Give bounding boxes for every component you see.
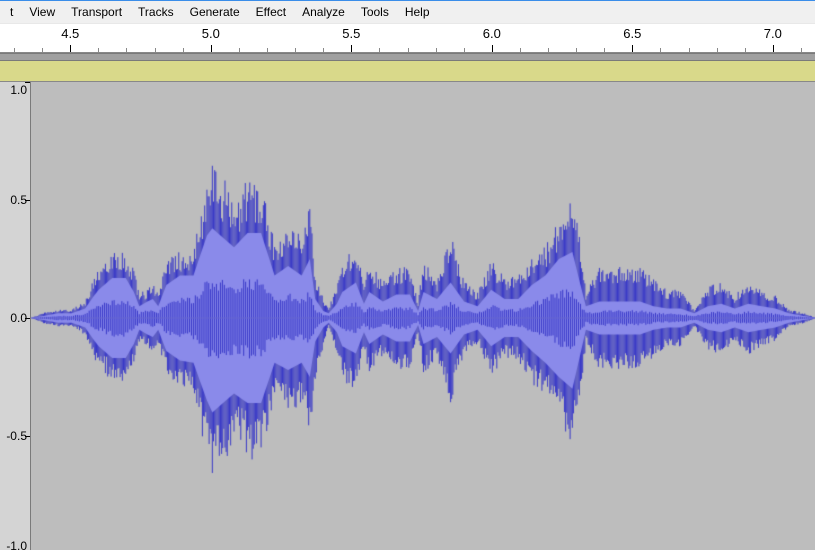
menu-item-analyze[interactable]: Analyze — [294, 3, 353, 21]
ruler-tick — [70, 45, 71, 52]
track-separator — [0, 53, 815, 61]
menu-item-generate[interactable]: Generate — [182, 3, 248, 21]
menu-item-effect[interactable]: Effect — [248, 3, 294, 21]
amp-label: 1.0 — [10, 83, 27, 97]
menu-item-view[interactable]: View — [21, 3, 63, 21]
menu-bar[interactable]: tViewTransportTracksGenerateEffectAnalyz… — [0, 0, 815, 24]
track-strip — [0, 61, 815, 82]
amp-label: -0.5 — [6, 429, 27, 443]
ruler-label: 7.0 — [764, 26, 782, 41]
menu-item-t[interactable]: t — [2, 3, 21, 21]
menu-item-transport[interactable]: Transport — [63, 3, 130, 21]
menu-item-tracks[interactable]: Tracks — [130, 3, 182, 21]
ruler-label: 5.5 — [342, 26, 360, 41]
amp-label: -1.0 — [6, 539, 27, 550]
ruler-tick — [492, 45, 493, 52]
menu-item-tools[interactable]: Tools — [353, 3, 397, 21]
ruler-label: 5.0 — [202, 26, 220, 41]
waveform-canvas[interactable] — [31, 82, 815, 550]
ruler-label: 6.0 — [483, 26, 501, 41]
waveform-area: 1.00.50.0-0.5-1.0 — [0, 82, 815, 550]
time-ruler[interactable]: 4.5 5.0 5.5 6.0 6.5 7.0 — [0, 24, 815, 53]
ruler-label: 6.5 — [623, 26, 641, 41]
ruler-tick — [351, 45, 352, 52]
amplitude-ruler: 1.00.50.0-0.5-1.0 — [0, 82, 31, 550]
ruler-tick — [773, 45, 774, 52]
ruler-tick — [211, 45, 212, 52]
waveform-canvas-wrap[interactable] — [31, 82, 815, 550]
menu-item-help[interactable]: Help — [397, 3, 438, 21]
ruler-label: 4.5 — [61, 26, 79, 41]
ruler-tick — [632, 45, 633, 52]
